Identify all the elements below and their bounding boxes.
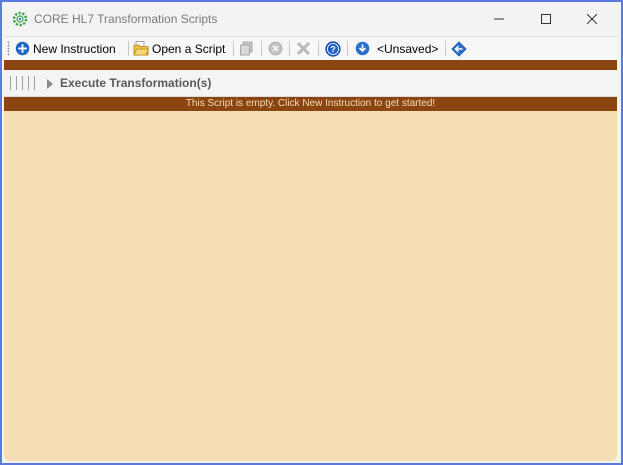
close-button[interactable] [569, 2, 615, 36]
svg-text:?: ? [330, 44, 336, 54]
new-instruction-button[interactable]: New Instruction [15, 39, 116, 58]
panel-grip[interactable] [10, 76, 40, 90]
help-icon: ? [325, 40, 341, 57]
empty-script-banner: This Script is empty. Click New Instruct… [4, 97, 617, 111]
toolbar-separator [347, 41, 348, 56]
minimize-button[interactable] [476, 2, 522, 36]
close-icon [587, 14, 597, 24]
toolbar-separator [318, 41, 319, 56]
disabled-circle-icon [268, 41, 283, 56]
toolbar-grip[interactable] [7, 41, 10, 56]
script-canvas[interactable] [4, 111, 617, 461]
maximize-icon [541, 14, 551, 24]
open-script-label: Open a Script [152, 41, 226, 56]
save-down-arrow-icon [355, 41, 370, 56]
execute-transformations-label: Execute Transformation(s) [60, 76, 212, 90]
toolbar-separator [289, 41, 290, 56]
main-toolbar: New Instruction Open a Script ? <Unsaved… [4, 36, 617, 61]
delete-button[interactable] [296, 39, 311, 58]
execute-transformations-panel[interactable]: Execute Transformation(s) [4, 70, 617, 97]
copy-button[interactable] [239, 39, 254, 58]
new-instruction-label: New Instruction [33, 41, 116, 56]
app-window: CORE HL7 Transformation Scripts New Inst… [0, 0, 623, 465]
save-button[interactable] [355, 39, 370, 58]
expand-arrow-icon[interactable] [46, 78, 54, 92]
script-name-display: <Unsaved> [377, 39, 438, 58]
toolbar-separator [128, 41, 129, 56]
toolbar-separator [445, 41, 446, 56]
help-button[interactable]: ? [325, 39, 341, 58]
add-circle-icon [15, 41, 30, 56]
minimize-icon [494, 18, 504, 20]
maximize-button[interactable] [523, 2, 569, 36]
script-name-label: <Unsaved> [377, 41, 439, 56]
app-gear-icon [12, 11, 28, 27]
delete-x-icon [296, 41, 311, 56]
toolbar-separator [233, 41, 234, 56]
open-folder-icon [133, 41, 149, 56]
load-button[interactable] [451, 39, 467, 58]
open-script-button[interactable]: Open a Script [133, 39, 225, 58]
window-title: CORE HL7 Transformation Scripts [34, 12, 218, 26]
copy-icon [240, 41, 253, 56]
title-bar: CORE HL7 Transformation Scripts [2, 2, 621, 36]
header-divider-strip [4, 60, 617, 70]
stop-button[interactable] [268, 39, 283, 58]
load-arrow-icon [451, 40, 467, 57]
toolbar-separator [261, 41, 262, 56]
